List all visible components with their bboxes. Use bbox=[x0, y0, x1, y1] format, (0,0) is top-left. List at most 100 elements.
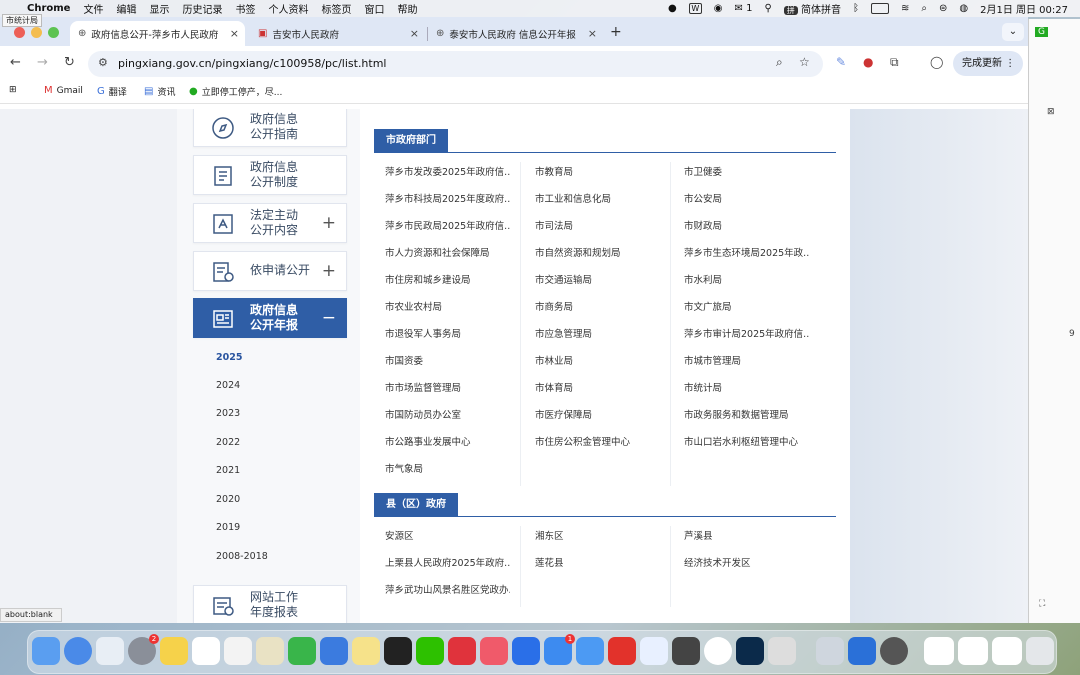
department-link[interactable]: 市水利局 bbox=[684, 272, 809, 286]
settings-icon[interactable]: 2 bbox=[128, 634, 159, 665]
puzzle-icon[interactable]: ⧉ bbox=[890, 55, 899, 70]
year-link[interactable]: 2019 bbox=[216, 522, 240, 533]
collapse-minus-icon[interactable]: − bbox=[322, 308, 336, 328]
tab-search-chevron-icon[interactable]: ⌄ bbox=[1002, 23, 1024, 41]
battery-icon[interactable] bbox=[870, 3, 889, 14]
wps-app-icon[interactable] bbox=[608, 637, 636, 665]
window-thumbnail[interactable] bbox=[924, 637, 954, 665]
new-tab-icon[interactable]: + bbox=[610, 24, 622, 40]
close-tab-icon[interactable]: × bbox=[230, 27, 239, 40]
menu-edit[interactable]: 编辑 bbox=[116, 1, 136, 16]
sidebar-item-annual-report[interactable]: 政府信息 公开年报 − bbox=[193, 298, 347, 338]
wps-icon[interactable]: W bbox=[688, 3, 702, 14]
department-link[interactable]: 市医疗保障局 bbox=[535, 407, 660, 421]
department-link[interactable]: 上栗县人民政府2025年政府... bbox=[385, 555, 510, 569]
department-link[interactable]: 市退役军人事务局 bbox=[385, 326, 510, 340]
menu-window[interactable]: 窗口 bbox=[364, 1, 384, 16]
department-link[interactable]: 萍乡市民政局2025年政府信... bbox=[385, 218, 510, 232]
reload-icon[interactable]: ↻ bbox=[64, 55, 75, 70]
department-link[interactable]: 市公安局 bbox=[684, 191, 809, 205]
close-window-button[interactable] bbox=[14, 27, 25, 38]
address-bar[interactable]: ⚙ pingxiang.gov.cn/pingxiang/c100958/pc/… bbox=[88, 51, 823, 77]
sidebar-item-guide[interactable]: 政府信息 公开指南 bbox=[193, 109, 347, 147]
search-icon[interactable]: ⌕ bbox=[921, 3, 927, 14]
year-link[interactable]: 2024 bbox=[216, 380, 240, 391]
department-link[interactable]: 市统计局 bbox=[684, 380, 809, 394]
app-icon[interactable] bbox=[848, 637, 876, 665]
department-link[interactable]: 市工业和信息化局 bbox=[535, 191, 660, 205]
department-link[interactable]: 莲花县 bbox=[535, 555, 660, 569]
expand-plus-icon[interactable]: + bbox=[322, 213, 336, 233]
department-link[interactable]: 市应急管理局 bbox=[535, 326, 660, 340]
department-link[interactable]: 市人力资源和社会保障局 bbox=[385, 245, 510, 259]
launchpad-icon[interactable] bbox=[96, 637, 124, 665]
trash-icon[interactable] bbox=[1026, 637, 1054, 665]
forward-arrow-icon[interactable]: → bbox=[37, 55, 48, 70]
menu-history[interactable]: 历史记录 bbox=[182, 1, 222, 16]
menu-view[interactable]: 显示 bbox=[149, 1, 169, 16]
preview-icon[interactable] bbox=[816, 637, 844, 665]
department-link[interactable]: 湘东区 bbox=[535, 528, 660, 542]
tab-active[interactable]: ⊕ 政府信息公开-萍乡市人民政府 × bbox=[70, 21, 245, 46]
mail-icon[interactable] bbox=[576, 637, 604, 665]
year-link[interactable]: 2023 bbox=[216, 408, 240, 419]
department-link[interactable]: 萍乡武功山风景名胜区党政办... bbox=[385, 582, 510, 596]
department-link[interactable]: 市司法局 bbox=[535, 218, 660, 232]
profile-icon[interactable]: ◯ bbox=[930, 55, 943, 69]
department-link[interactable]: 市公路事业发展中心 bbox=[385, 434, 510, 448]
app-icon[interactable] bbox=[640, 637, 668, 665]
control-center-icon[interactable]: ⊜ bbox=[939, 3, 947, 14]
department-link[interactable]: 经济技术开发区 bbox=[684, 555, 809, 569]
app-store-icon[interactable]: 1 bbox=[544, 634, 575, 665]
year-link[interactable]: 2025 bbox=[216, 352, 242, 363]
keynote-icon[interactable] bbox=[320, 637, 348, 665]
department-link[interactable]: 市住房公积金管理中心 bbox=[535, 434, 660, 448]
stickies-icon[interactable] bbox=[352, 637, 380, 665]
department-link[interactable]: 市市场监督管理局 bbox=[385, 380, 510, 394]
department-link[interactable]: 市国防动员办公室 bbox=[385, 407, 510, 421]
bluetooth-icon[interactable]: ᛒ bbox=[853, 3, 859, 14]
department-link[interactable]: 安源区 bbox=[385, 528, 510, 542]
numbers-icon[interactable] bbox=[288, 637, 316, 665]
safari-icon[interactable] bbox=[64, 637, 92, 665]
window-thumbnail[interactable] bbox=[992, 637, 1022, 665]
department-link[interactable]: 市政务服务和数据管理局 bbox=[684, 407, 809, 421]
iphone-mirroring-icon[interactable] bbox=[768, 637, 796, 665]
bookmark-star-icon[interactable]: ☆ bbox=[799, 55, 810, 69]
close-icon[interactable]: ⊠ bbox=[1047, 107, 1055, 117]
department-link[interactable]: 萍乡市生态环境局2025年政... bbox=[684, 245, 809, 259]
pages-icon[interactable] bbox=[256, 637, 284, 665]
menu-file[interactable]: 文件 bbox=[83, 1, 103, 16]
department-link[interactable]: 市体育局 bbox=[535, 380, 660, 394]
sidebar-item-statutory[interactable]: 法定主动 公开内容 + bbox=[193, 203, 347, 243]
finder-icon[interactable] bbox=[32, 637, 60, 665]
textedit-icon[interactable] bbox=[224, 637, 252, 665]
sidebar-item-system[interactable]: 政府信息 公开制度 bbox=[193, 155, 347, 195]
department-link[interactable]: 市城市管理局 bbox=[684, 353, 809, 367]
expand-icon[interactable]: ⛶ bbox=[1039, 599, 1045, 609]
department-link[interactable]: 市住房和城乡建设局 bbox=[385, 272, 510, 286]
department-link[interactable]: 市林业局 bbox=[535, 353, 660, 367]
update-button[interactable]: 完成更新 ⋮ bbox=[953, 51, 1023, 76]
menu-bookmarks[interactable]: 书签 bbox=[235, 1, 255, 16]
bookmark-notice[interactable]: ● 立即停工停产，尽... bbox=[189, 85, 282, 98]
department-link[interactable]: 市财政局 bbox=[684, 218, 809, 232]
photoshop-icon[interactable] bbox=[736, 637, 764, 665]
netease-music-icon[interactable] bbox=[448, 637, 476, 665]
wifi-icon[interactable]: ≋ bbox=[901, 3, 909, 14]
department-link[interactable]: 市自然资源和规划局 bbox=[535, 245, 660, 259]
quicktime-icon[interactable] bbox=[880, 637, 908, 665]
department-link[interactable]: 市卫健委 bbox=[684, 164, 809, 178]
department-link[interactable]: 市教育局 bbox=[535, 164, 660, 178]
year-link[interactable]: 2008-2018 bbox=[216, 551, 268, 562]
app-icon[interactable] bbox=[480, 637, 508, 665]
notes-icon[interactable] bbox=[160, 637, 188, 665]
department-link[interactable]: 市农业农村局 bbox=[385, 299, 510, 313]
close-tab-icon[interactable]: × bbox=[588, 27, 597, 40]
menu-tabs[interactable]: 标签页 bbox=[321, 1, 351, 16]
sidebar-item-website-report[interactable]: 网站工作 年度报表 bbox=[193, 585, 347, 623]
red-extension-icon[interactable]: ● bbox=[863, 55, 873, 69]
bookmark-translate[interactable]: G 翻译 bbox=[97, 85, 127, 98]
window-thumbnail[interactable] bbox=[958, 637, 988, 665]
close-tab-icon[interactable]: × bbox=[410, 27, 419, 40]
